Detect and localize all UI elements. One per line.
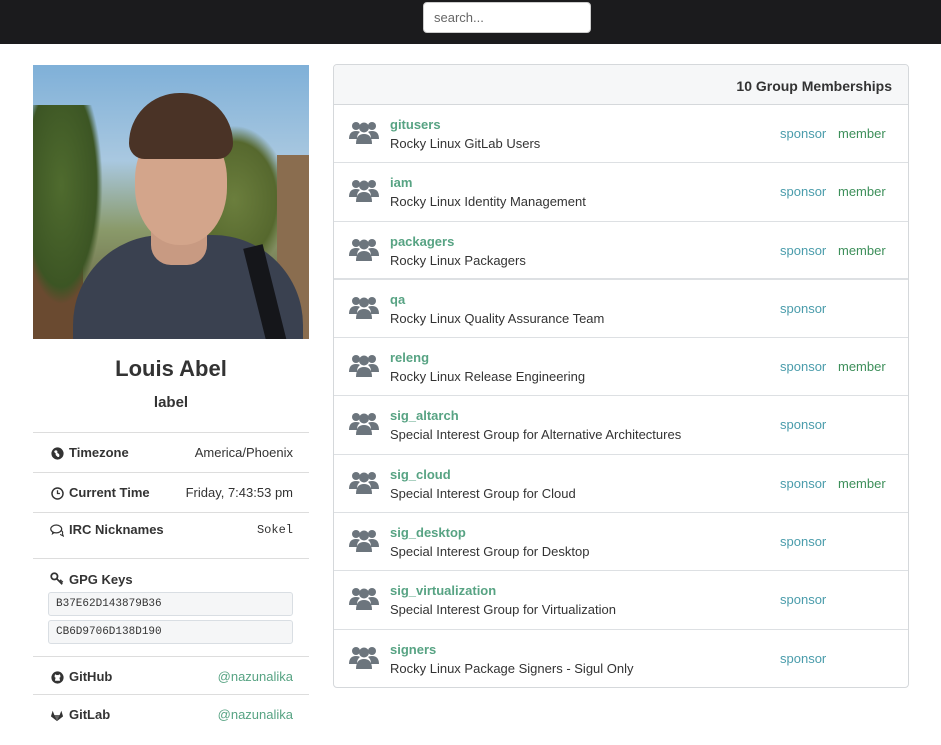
group-description: Rocky Linux Release Engineering <box>390 369 586 385</box>
chat-icon <box>50 523 64 537</box>
group-name-link[interactable]: iam <box>390 175 412 190</box>
top-navbar <box>0 0 941 44</box>
group-row: packagers Rocky Linux Packagers sponsor … <box>334 222 908 280</box>
group-list: gitusers Rocky Linux GitLab Users sponso… <box>334 105 908 687</box>
group-row: sig_desktop Special Interest Group for D… <box>334 513 908 572</box>
current-time-label: Current Time <box>69 485 150 500</box>
group-description: Rocky Linux Packagers <box>390 252 526 268</box>
group-name-link[interactable]: sig_virtualization <box>390 583 496 598</box>
users-group-icon <box>349 527 379 557</box>
group-description: Rocky Linux Package Signers - Sigul Only <box>390 660 634 676</box>
group-name-link[interactable]: packagers <box>390 234 454 249</box>
group-row: sig_altarch Special Interest Group for A… <box>334 396 908 455</box>
github-icon <box>50 670 64 684</box>
group-name-link[interactable]: qa <box>390 292 405 307</box>
key-icon <box>50 572 64 586</box>
github-link[interactable]: @nazunalika <box>218 669 293 684</box>
users-group-icon <box>349 644 379 674</box>
sponsor-badge: sponsor <box>780 475 827 491</box>
sponsor-badge: sponsor <box>780 126 827 141</box>
profile-info-list: Timezone America/Phoenix Current Time Fr… <box>33 432 309 735</box>
group-description: Rocky Linux GitLab Users <box>390 136 541 151</box>
timezone-label: Timezone <box>69 445 129 460</box>
users-group-icon <box>349 236 379 266</box>
panel-header: 10 Group Memberships <box>334 65 908 105</box>
group-description: Special Interest Group for Cloud <box>390 485 576 501</box>
irc-label: IRC Nicknames <box>69 522 164 537</box>
users-group-icon <box>349 177 379 207</box>
member-badge: member <box>838 359 886 375</box>
gpg-key-2[interactable]: CB6D9706D138D190 <box>48 620 293 644</box>
group-name-link[interactable]: sig_desktop <box>390 525 466 540</box>
irc-row: IRC Nicknames Sokel <box>33 513 309 559</box>
sponsor-badge: sponsor <box>780 300 827 316</box>
group-name-link[interactable]: sig_cloud <box>390 467 451 482</box>
sponsor-badge: sponsor <box>780 534 827 550</box>
member-badge: member <box>838 126 886 141</box>
gpg-keys-row: GPG Keys B37E62D143879B36 CB6D9706D138D1… <box>33 559 309 657</box>
group-description: Rocky Linux Quality Assurance Team <box>390 310 605 326</box>
group-row: sig_cloud Special Interest Group for Clo… <box>334 455 908 514</box>
group-row: sig_virtualization Special Interest Grou… <box>334 571 908 630</box>
group-name-link[interactable]: releng <box>390 350 429 365</box>
member-badge: member <box>838 242 886 258</box>
profile-sidebar: Louis Abel label Timezone America/Phoeni… <box>33 65 309 735</box>
github-row: GitHub @nazunalika <box>33 657 309 695</box>
timezone-value: America/Phoenix <box>194 445 293 460</box>
group-memberships-panel: 10 Group Memberships gitusers Rocky Linu… <box>333 64 909 688</box>
users-group-icon <box>349 119 379 149</box>
group-name-link[interactable]: gitusers <box>390 117 441 132</box>
group-name-link[interactable]: signers <box>390 642 436 657</box>
sponsor-badge: sponsor <box>780 650 827 666</box>
gpg-key-1[interactable]: B37E62D143879B36 <box>48 592 293 616</box>
timezone-row: Timezone America/Phoenix <box>33 433 309 473</box>
group-description: Special Interest Group for Alternative A… <box>390 427 682 443</box>
profile-photo <box>33 65 309 339</box>
profile-label: label <box>153 394 189 411</box>
group-row: gitusers Rocky Linux GitLab Users sponso… <box>334 105 908 164</box>
users-group-icon <box>349 469 379 499</box>
gitlab-icon <box>50 708 64 722</box>
profile-name: Louis Abel <box>115 356 227 381</box>
group-row: releng Rocky Linux Release Engineering s… <box>334 338 908 397</box>
current-time-row: Current Time Friday, 7:43:53 pm <box>33 473 309 513</box>
group-name-link[interactable]: sig_altarch <box>390 408 459 423</box>
users-group-icon <box>349 352 379 382</box>
sponsor-badge: sponsor <box>780 242 827 258</box>
group-count: 10 Group Memberships <box>736 78 892 94</box>
gpg-label: GPG Keys <box>69 572 133 587</box>
group-description: Special Interest Group for Virtualizatio… <box>390 602 616 618</box>
irc-value: Sokel <box>256 523 293 537</box>
sponsor-badge: sponsor <box>780 592 827 608</box>
group-row: iam Rocky Linux Identity Management spon… <box>334 163 908 222</box>
group-row: qa Rocky Linux Quality Assurance Team sp… <box>334 280 908 339</box>
sponsor-badge: sponsor <box>780 184 827 200</box>
current-time-value: Friday, 7:43:53 pm <box>185 485 293 500</box>
gitlab-link[interactable]: @nazunalika <box>218 707 293 722</box>
globe-icon <box>50 446 64 460</box>
users-group-icon <box>349 294 379 324</box>
gitlab-label: GitLab <box>69 707 111 722</box>
sponsor-badge: sponsor <box>780 359 827 375</box>
github-label: GitHub <box>69 669 113 684</box>
group-description: Special Interest Group for Desktop <box>390 544 590 560</box>
search-input[interactable] <box>423 2 591 33</box>
group-row: signers Rocky Linux Package Signers - Si… <box>334 630 908 687</box>
member-badge: member <box>838 184 886 200</box>
gitlab-row: GitLab @nazunalika <box>33 695 309 735</box>
sponsor-badge: sponsor <box>780 417 827 433</box>
clock-icon <box>50 486 64 500</box>
member-badge: member <box>838 475 886 491</box>
users-group-icon <box>349 585 379 615</box>
group-description: Rocky Linux Identity Management <box>390 194 586 210</box>
users-group-icon <box>349 410 379 440</box>
